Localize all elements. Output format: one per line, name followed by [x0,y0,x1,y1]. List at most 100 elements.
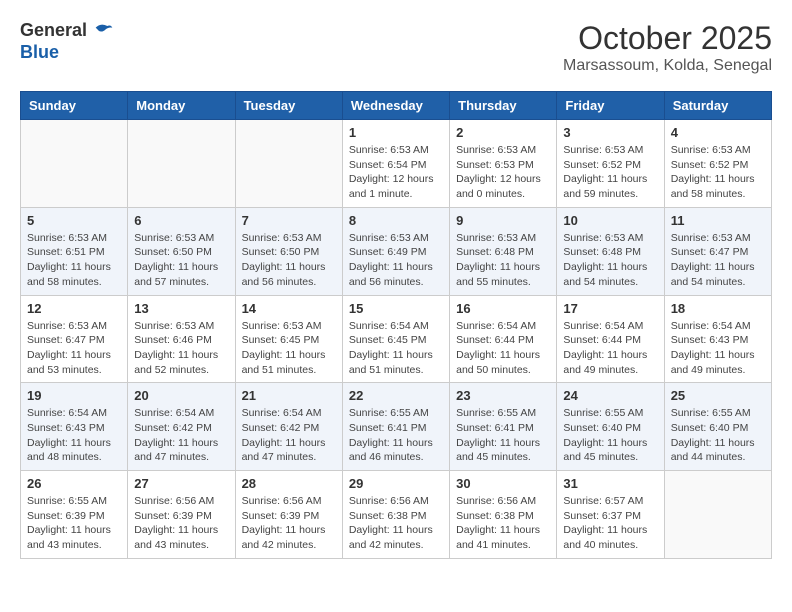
calendar-cell: 20 Sunrise: 6:54 AM Sunset: 6:42 PM Dayli… [128,383,235,471]
column-header-friday: Friday [557,92,664,120]
calendar-week-row: 1 Sunrise: 6:53 AM Sunset: 6:54 PM Daylig… [21,120,772,208]
logo-bird-icon [94,21,114,41]
day-number: 29 [349,476,443,491]
calendar-week-row: 26 Sunrise: 6:55 AM Sunset: 6:39 PM Dayli… [21,471,772,559]
day-info: Sunrise: 6:53 AM Sunset: 6:52 PM Dayligh… [563,143,657,202]
column-header-tuesday: Tuesday [235,92,342,120]
column-header-thursday: Thursday [450,92,557,120]
day-number: 22 [349,388,443,403]
calendar-cell: 16Sunrise: 6:54 AM Sunset: 6:44 PM Dayli… [450,295,557,383]
day-info: Sunrise: 6:53 AM Sunset: 6:50 PM Dayligh… [134,231,228,290]
column-header-sunday: Sunday [21,92,128,120]
day-info: Sunrise: 6:53 AM Sunset: 6:48 PM Dayligh… [456,231,550,290]
calendar-cell: 9 Sunrise: 6:53 AM Sunset: 6:48 PM Daylig… [450,207,557,295]
calendar-cell [21,120,128,208]
calendar-cell: 25 Sunrise: 6:55 AM Sunset: 6:40 PM Dayli… [664,383,771,471]
calendar-cell: 6 Sunrise: 6:53 AM Sunset: 6:50 PM Daylig… [128,207,235,295]
calendar-cell: 22Sunrise: 6:55 AM Sunset: 6:41 PM Dayli… [342,383,449,471]
day-number: 4 [671,125,765,140]
day-info: Sunrise: 6:54 AM Sunset: 6:43 PM Dayligh… [27,406,121,465]
calendar-cell: 28Sunrise: 6:56 AM Sunset: 6:39 PM Dayli… [235,471,342,559]
day-number: 16 [456,301,550,316]
calendar-week-row: 12Sunrise: 6:53 AM Sunset: 6:47 PM Dayli… [21,295,772,383]
calendar-cell [128,120,235,208]
day-info: Sunrise: 6:53 AM Sunset: 6:46 PM Dayligh… [134,319,228,378]
calendar-cell: 14 Sunrise: 6:53 AM Sunset: 6:45 PM Dayli… [235,295,342,383]
logo-general: General [20,20,114,42]
day-info: Sunrise: 6:54 AM Sunset: 6:43 PM Dayligh… [671,319,765,378]
day-number: 14 [242,301,336,316]
day-info: Sunrise: 6:54 AM Sunset: 6:42 PM Dayligh… [242,406,336,465]
day-info: Sunrise: 6:53 AM Sunset: 6:49 PM Dayligh… [349,231,443,290]
day-number: 21 [242,388,336,403]
calendar-cell: 3 Sunrise: 6:53 AM Sunset: 6:52 PM Daylig… [557,120,664,208]
calendar-cell: 19 Sunrise: 6:54 AM Sunset: 6:43 PM Dayli… [21,383,128,471]
day-info: Sunrise: 6:53 AM Sunset: 6:52 PM Dayligh… [671,143,765,202]
day-info: Sunrise: 6:55 AM Sunset: 6:40 PM Dayligh… [671,406,765,465]
calendar-cell: 8 Sunrise: 6:53 AM Sunset: 6:49 PM Daylig… [342,207,449,295]
day-number: 31 [563,476,657,491]
column-header-monday: Monday [128,92,235,120]
calendar-cell [664,471,771,559]
day-info: Sunrise: 6:53 AM Sunset: 6:45 PM Dayligh… [242,319,336,378]
day-info: Sunrise: 6:54 AM Sunset: 6:45 PM Dayligh… [349,319,443,378]
day-info: Sunrise: 6:54 AM Sunset: 6:42 PM Dayligh… [134,406,228,465]
day-number: 25 [671,388,765,403]
day-info: Sunrise: 6:53 AM Sunset: 6:48 PM Dayligh… [563,231,657,290]
calendar-week-row: 5Sunrise: 6:53 AM Sunset: 6:51 PM Daylig… [21,207,772,295]
day-number: 18 [671,301,765,316]
day-info: Sunrise: 6:53 AM Sunset: 6:53 PM Dayligh… [456,143,550,202]
calendar-cell: 11Sunrise: 6:53 AM Sunset: 6:47 PM Dayli… [664,207,771,295]
day-info: Sunrise: 6:53 AM Sunset: 6:51 PM Dayligh… [27,231,121,290]
calendar-header-row: SundayMondayTuesdayWednesdayThursdayFrid… [21,92,772,120]
day-info: Sunrise: 6:53 AM Sunset: 6:47 PM Dayligh… [671,231,765,290]
day-info: Sunrise: 6:56 AM Sunset: 6:39 PM Dayligh… [134,494,228,553]
day-number: 15 [349,301,443,316]
calendar-cell: 27 Sunrise: 6:56 AM Sunset: 6:39 PM Dayli… [128,471,235,559]
day-number: 17 [563,301,657,316]
calendar-cell [235,120,342,208]
logo-blue-text: Blue [20,42,114,63]
logo: General Blue [20,20,114,63]
calendar-cell: 23 Sunrise: 6:55 AM Sunset: 6:41 PM Dayli… [450,383,557,471]
day-number: 8 [349,213,443,228]
day-info: Sunrise: 6:53 AM Sunset: 6:54 PM Dayligh… [349,143,443,202]
calendar-week-row: 19 Sunrise: 6:54 AM Sunset: 6:43 PM Dayli… [21,383,772,471]
calendar-cell: 31Sunrise: 6:57 AM Sunset: 6:37 PM Dayli… [557,471,664,559]
day-number: 7 [242,213,336,228]
day-info: Sunrise: 6:55 AM Sunset: 6:41 PM Dayligh… [456,406,550,465]
day-info: Sunrise: 6:56 AM Sunset: 6:38 PM Dayligh… [349,494,443,553]
column-header-wednesday: Wednesday [342,92,449,120]
day-number: 23 [456,388,550,403]
calendar-cell: 13 Sunrise: 6:53 AM Sunset: 6:46 PM Dayli… [128,295,235,383]
day-number: 10 [563,213,657,228]
day-number: 20 [134,388,228,403]
month-title: October 2025 [563,20,772,57]
calendar-table: SundayMondayTuesdayWednesdayThursdayFrid… [20,91,772,559]
day-number: 30 [456,476,550,491]
title-block: October 2025 Marsassoum, Kolda, Senegal [563,20,772,75]
day-number: 27 [134,476,228,491]
calendar-cell: 1 Sunrise: 6:53 AM Sunset: 6:54 PM Daylig… [342,120,449,208]
calendar-cell: 7Sunrise: 6:53 AM Sunset: 6:50 PM Daylig… [235,207,342,295]
calendar-cell: 4 Sunrise: 6:53 AM Sunset: 6:52 PM Daylig… [664,120,771,208]
calendar-cell: 5Sunrise: 6:53 AM Sunset: 6:51 PM Daylig… [21,207,128,295]
day-number: 26 [27,476,121,491]
day-number: 2 [456,125,550,140]
calendar-cell: 30Sunrise: 6:56 AM Sunset: 6:38 PM Dayli… [450,471,557,559]
day-info: Sunrise: 6:53 AM Sunset: 6:47 PM Dayligh… [27,319,121,378]
day-info: Sunrise: 6:55 AM Sunset: 6:39 PM Dayligh… [27,494,121,553]
calendar-cell: 29 Sunrise: 6:56 AM Sunset: 6:38 PM Dayli… [342,471,449,559]
day-number: 3 [563,125,657,140]
day-number: 1 [349,125,443,140]
calendar-cell: 18 Sunrise: 6:54 AM Sunset: 6:43 PM Dayli… [664,295,771,383]
day-number: 13 [134,301,228,316]
day-info: Sunrise: 6:54 AM Sunset: 6:44 PM Dayligh… [563,319,657,378]
day-number: 19 [27,388,121,403]
day-info: Sunrise: 6:55 AM Sunset: 6:40 PM Dayligh… [563,406,657,465]
day-info: Sunrise: 6:56 AM Sunset: 6:39 PM Dayligh… [242,494,336,553]
column-header-saturday: Saturday [664,92,771,120]
day-number: 6 [134,213,228,228]
day-number: 9 [456,213,550,228]
calendar-cell: 24Sunrise: 6:55 AM Sunset: 6:40 PM Dayli… [557,383,664,471]
